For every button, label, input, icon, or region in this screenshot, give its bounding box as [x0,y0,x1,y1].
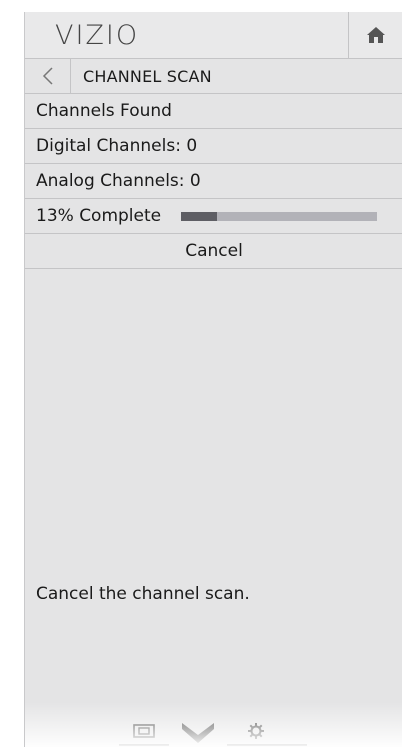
home-icon [367,27,385,43]
cancel-button-label: Cancel [185,241,243,261]
home-button[interactable] [348,12,402,58]
progress-bar-fill [181,211,217,221]
progress-label: 13% Complete [36,206,162,226]
bottom-nav [119,718,307,746]
menu-title: CHANNEL SCAN [83,66,212,86]
settings-panel: VIZIO CHANNEL SCAN Channels Found Digita… [24,12,402,747]
cancel-button[interactable]: Cancel [25,234,402,269]
help-text: Cancel the channel scan. [36,584,250,604]
progress-bar [181,211,378,221]
vizio-logo: VIZIO [55,19,140,51]
chevron-down-icon[interactable] [181,722,215,744]
analog-channels-row: Analog Channels: 0 [25,164,402,199]
divider-right [227,744,307,746]
menu-title-row: CHANNEL SCAN [25,59,402,94]
digital-channels-label: Digital Channels: 0 [36,136,198,156]
channels-found-heading: Channels Found [25,94,402,129]
top-bar: VIZIO [25,12,402,59]
back-arrow-icon [42,67,53,85]
gear-icon[interactable] [247,722,265,740]
analog-channels-label: Analog Channels: 0 [36,171,201,191]
progress-row: 13% Complete [25,199,402,234]
divider-left [119,744,169,746]
back-button[interactable] [25,59,71,93]
logo-cell: VIZIO [25,12,348,58]
channels-found-label: Channels Found [36,101,172,121]
digital-channels-row: Digital Channels: 0 [25,129,402,164]
input-screen-icon[interactable] [133,724,155,738]
